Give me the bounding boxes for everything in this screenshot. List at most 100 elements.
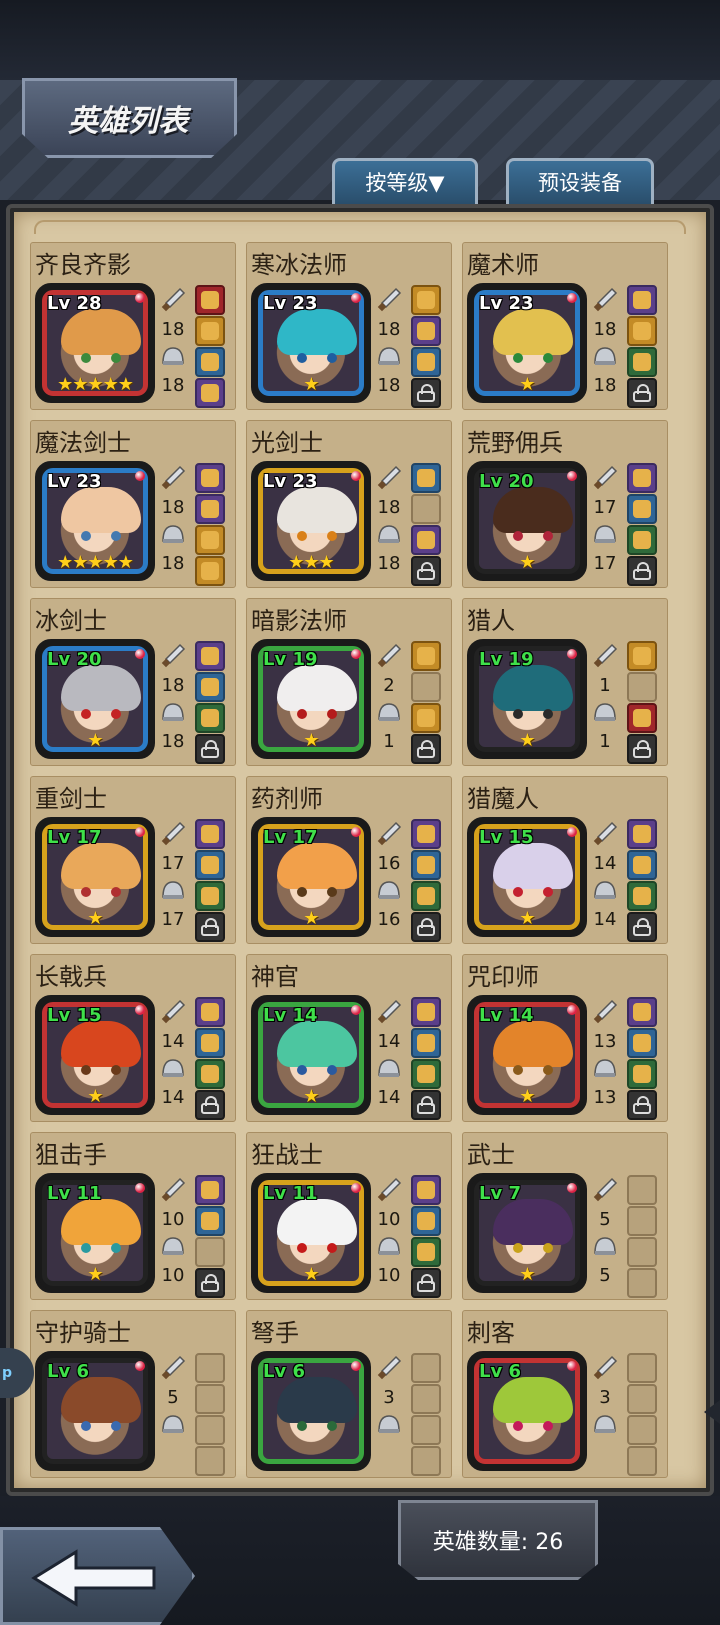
hero-portrait[interactable]: Lv 17 ★ [251,817,371,937]
equipment-slot[interactable] [195,672,225,702]
equipment-slot[interactable] [411,1028,441,1058]
empty-equipment-slot[interactable] [195,1415,225,1445]
empty-equipment-slot[interactable] [627,1353,657,1383]
equipment-slot[interactable] [195,703,225,733]
hero-card[interactable]: 暗影法师 Lv 19 ★ 2 1 [246,598,452,766]
equipment-slot[interactable] [411,1059,441,1089]
empty-equipment-slot[interactable] [411,672,441,702]
equipment-slot[interactable] [411,850,441,880]
empty-equipment-slot[interactable] [627,1415,657,1445]
equipment-slot[interactable] [627,641,657,671]
locked-slot[interactable] [411,734,441,764]
locked-slot[interactable] [627,912,657,942]
equipment-slot[interactable] [195,347,225,377]
locked-slot[interactable] [195,734,225,764]
hero-portrait[interactable]: Lv 6 [251,1351,371,1471]
hero-card[interactable]: 狂战士 Lv 11 ★ 10 10 [246,1132,452,1300]
hero-card[interactable]: 猎魔人 Lv 15 ★ 14 14 [462,776,668,944]
hero-portrait[interactable]: Lv 14 ★ [467,995,587,1115]
hero-card[interactable]: 猎人 Lv 19 ★ 1 1 [462,598,668,766]
equipment-slot[interactable] [411,819,441,849]
equipment-slot[interactable] [627,494,657,524]
hero-card[interactable]: 魔术师 Lv 23 ★ 18 18 [462,242,668,410]
hero-portrait[interactable]: Lv 23 ★ [251,283,371,403]
hero-portrait[interactable]: Lv 23 ★ [467,283,587,403]
equipment-slot[interactable] [411,703,441,733]
empty-equipment-slot[interactable] [195,1237,225,1267]
equipment-slot[interactable] [411,347,441,377]
locked-slot[interactable] [411,1090,441,1120]
equipment-slot[interactable] [195,1028,225,1058]
equipment-slot[interactable] [627,285,657,315]
scroll-right-arrow-icon[interactable] [704,1400,720,1424]
sort-by-level-tab[interactable]: 按等级▼ [332,158,478,208]
empty-equipment-slot[interactable] [411,1353,441,1383]
hero-card[interactable]: 魔法剑士 Lv 23 ★★★★★ 18 18 [30,420,236,588]
hero-grid[interactable]: 齐良齐影 Lv 28 ★★★★★ 18 18 寒冰法师 Lv 23 ★ 18 18 魔术师 Lv 23… [30,242,698,1482]
equipment-slot[interactable] [195,463,225,493]
hero-portrait[interactable]: Lv 7 ★ [467,1173,587,1293]
equipment-slot[interactable] [411,525,441,555]
hero-card[interactable]: 咒印师 Lv 14 ★ 13 13 [462,954,668,1122]
equipment-slot[interactable] [411,641,441,671]
hero-portrait[interactable]: Lv 19 ★ [467,639,587,759]
empty-equipment-slot[interactable] [411,1384,441,1414]
equipment-slot[interactable] [195,494,225,524]
empty-equipment-slot[interactable] [195,1446,225,1476]
hero-portrait[interactable]: Lv 15 ★ [35,995,155,1115]
empty-equipment-slot[interactable] [627,1268,657,1298]
locked-slot[interactable] [627,556,657,586]
equipment-slot[interactable] [195,850,225,880]
hero-card[interactable]: 药剂师 Lv 17 ★ 16 16 [246,776,452,944]
equipment-slot[interactable] [627,463,657,493]
hero-portrait[interactable]: Lv 14 ★ [251,995,371,1115]
equipment-slot[interactable] [195,1175,225,1205]
hero-portrait[interactable]: Lv 19 ★ [251,639,371,759]
equipment-slot[interactable] [411,1237,441,1267]
hero-card[interactable]: 长戟兵 Lv 15 ★ 14 14 [30,954,236,1122]
hero-portrait[interactable]: Lv 20 ★ [467,461,587,581]
equipment-slot[interactable] [195,1059,225,1089]
equipment-slot[interactable] [411,285,441,315]
hero-card[interactable]: 荒野佣兵 Lv 20 ★ 17 17 [462,420,668,588]
equipment-slot[interactable] [195,881,225,911]
equipment-slot[interactable] [195,525,225,555]
equipment-slot[interactable] [195,316,225,346]
hero-portrait[interactable]: Lv 11 ★ [251,1173,371,1293]
empty-equipment-slot[interactable] [411,1446,441,1476]
locked-slot[interactable] [627,1090,657,1120]
locked-slot[interactable] [411,1268,441,1298]
equipment-slot[interactable] [195,378,225,408]
empty-equipment-slot[interactable] [627,1206,657,1236]
locked-slot[interactable] [195,1268,225,1298]
locked-slot[interactable] [411,912,441,942]
equipment-slot[interactable] [195,641,225,671]
hero-portrait[interactable]: Lv 15 ★ [467,817,587,937]
hero-portrait[interactable]: Lv 17 ★ [35,817,155,937]
equipment-slot[interactable] [627,316,657,346]
equipment-slot[interactable] [411,463,441,493]
equipment-slot[interactable] [195,556,225,586]
equipment-slot[interactable] [627,881,657,911]
empty-equipment-slot[interactable] [627,1237,657,1267]
equipment-slot[interactable] [627,525,657,555]
locked-slot[interactable] [411,378,441,408]
empty-equipment-slot[interactable] [195,1353,225,1383]
equipment-slot[interactable] [627,703,657,733]
equipment-slot[interactable] [627,819,657,849]
equipment-slot[interactable] [411,1206,441,1236]
equipment-slot[interactable] [627,850,657,880]
hero-card[interactable]: 弩手 Lv 6 3 [246,1310,452,1478]
equipment-slot[interactable] [627,997,657,1027]
empty-equipment-slot[interactable] [411,494,441,524]
equipment-slot[interactable] [411,316,441,346]
hero-card[interactable]: 狙击手 Lv 11 ★ 10 10 [30,1132,236,1300]
hero-card[interactable]: 冰剑士 Lv 20 ★ 18 18 [30,598,236,766]
equipment-slot[interactable] [195,997,225,1027]
preset-equipment-tab[interactable]: 预设装备 [506,158,654,208]
locked-slot[interactable] [195,912,225,942]
hero-card[interactable]: 武士 Lv 7 ★ 5 5 [462,1132,668,1300]
hero-card[interactable]: 光剑士 Lv 23 ★★★ 18 18 [246,420,452,588]
locked-slot[interactable] [627,378,657,408]
empty-equipment-slot[interactable] [195,1384,225,1414]
